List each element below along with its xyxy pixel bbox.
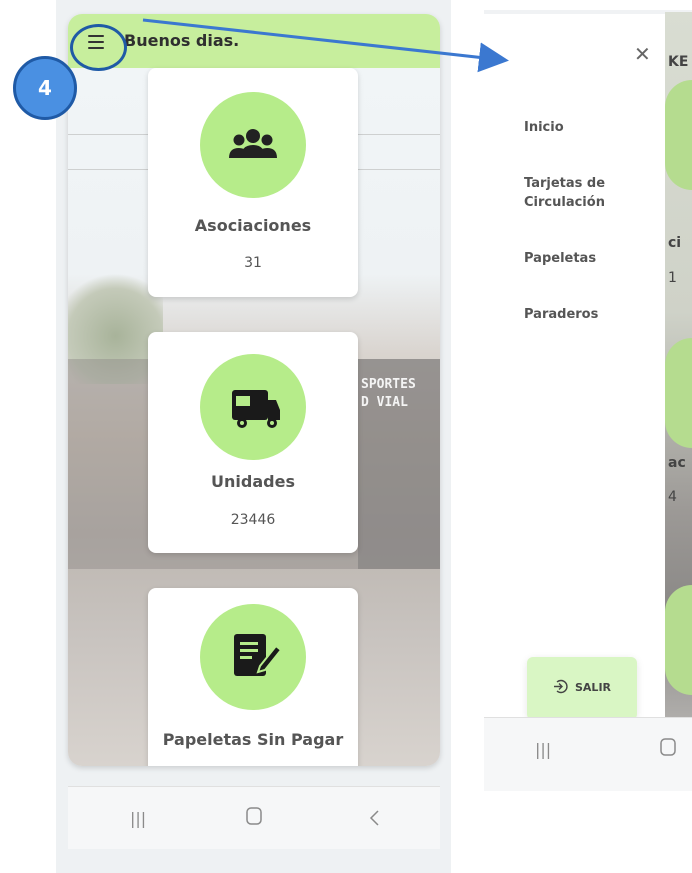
annotation-arrow [142, 18, 509, 73]
